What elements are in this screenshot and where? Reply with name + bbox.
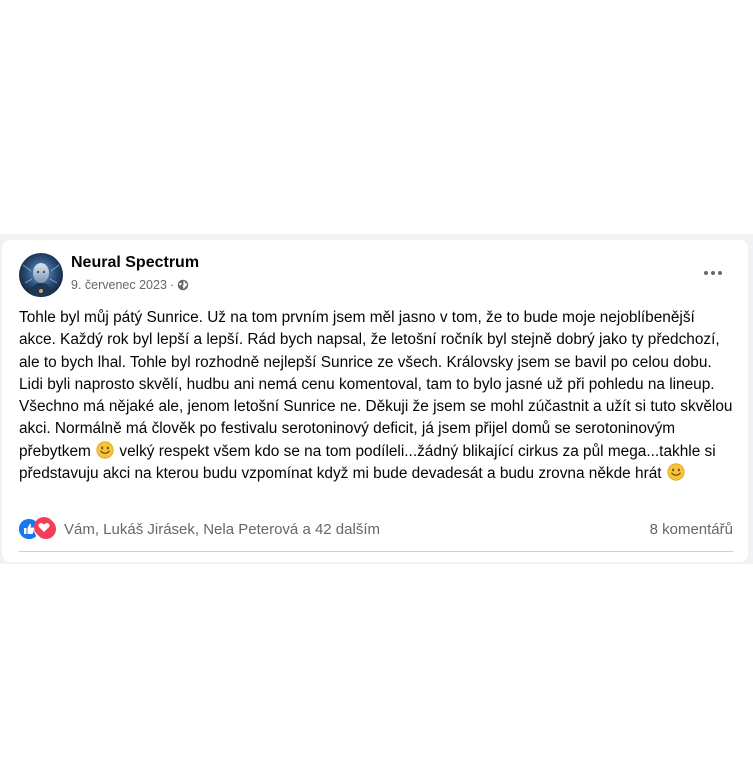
- post-meta: 9. červenec 2023 ·: [71, 278, 189, 292]
- post-options-button[interactable]: [696, 256, 730, 290]
- more-horizontal-icon: [704, 271, 708, 275]
- reaction-icons[interactable]: [19, 517, 58, 541]
- comments-count[interactable]: 8 komentářů: [650, 521, 733, 538]
- author-avatar[interactable]: [19, 253, 63, 297]
- post-date[interactable]: 9. červenec 2023: [71, 278, 167, 292]
- meta-separator: ·: [169, 278, 175, 292]
- post-text: Tohle byl můj pátý Sunrice. Už na tom pr…: [19, 307, 735, 485]
- more-dot: [711, 271, 715, 275]
- post-card: Neural Spectrum 9. červenec 2023 · Tohle…: [2, 240, 748, 562]
- smiling-face-emoji-icon: [96, 441, 114, 459]
- smiling-face-emoji-icon: [667, 463, 685, 481]
- globe-icon[interactable]: [177, 279, 189, 291]
- post-paragraph: Tohle byl můj pátý Sunrice. Už na tom pr…: [19, 307, 735, 485]
- post-text-part-1: Tohle byl můj pátý Sunrice. Už na tom pr…: [19, 309, 733, 460]
- author-name[interactable]: Neural Spectrum: [71, 254, 199, 272]
- more-dot: [718, 271, 722, 275]
- love-reaction-icon: [34, 517, 58, 541]
- reactors-summary[interactable]: Vám, Lukáš Jirásek, Nela Peterová a 42 d…: [64, 521, 380, 538]
- reactions-bar: Vám, Lukáš Jirásek, Nela Peterová a 42 d…: [19, 517, 733, 541]
- post-text-part-2: velký respekt všem kdo se na tom podílel…: [19, 442, 716, 483]
- divider: [19, 551, 733, 552]
